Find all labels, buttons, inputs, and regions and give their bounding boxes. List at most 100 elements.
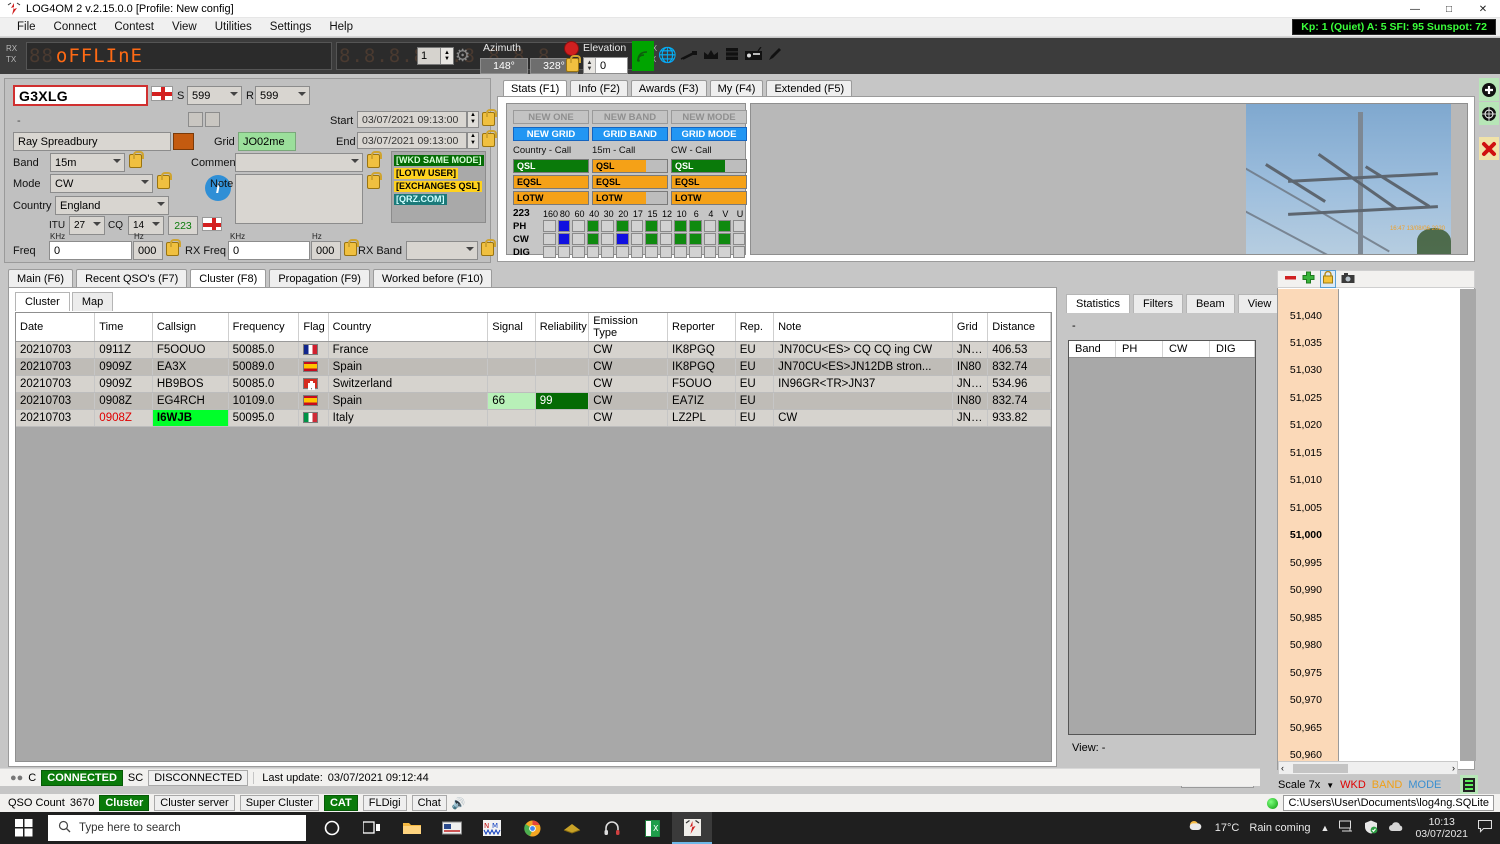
matrix-cell[interactable] [674,233,687,245]
close-red-icon[interactable] [1479,137,1499,160]
matrix-cell[interactable] [586,220,600,232]
mail-icon[interactable] [552,812,592,844]
grid-mode-button[interactable]: GRID MODE [671,127,747,141]
col-emission-type[interactable]: Emission Type [588,313,669,342]
menu-connect[interactable]: Connect [45,19,106,35]
taskbar-clock[interactable]: 10:13 03/07/2021 [1415,816,1468,840]
stop-icon[interactable] [564,41,579,56]
radio-number-arrows[interactable]: ▲ ▼ [440,48,453,64]
tab-stats-f1[interactable]: Stats (F1) [503,80,568,97]
table-row[interactable]: 20210703 0911Z F5OOUO 50085.0 France CW … [16,341,1051,359]
globe-icon[interactable]: 🌐 [658,48,677,63]
matrix-cell[interactable] [732,233,746,245]
headset-icon[interactable] [592,812,632,844]
band-select[interactable]: 15m [50,153,125,172]
excel-icon[interactable]: X [632,812,672,844]
matrix-cell[interactable] [615,246,629,258]
qsl-flag-box-2[interactable] [205,112,220,127]
matrix-cell[interactable] [659,233,673,245]
security-icon[interactable] [1364,820,1378,837]
matrix-cell[interactable] [703,233,717,245]
col-date[interactable]: Date [16,313,96,342]
end-datetime[interactable]: 03/07/2021 09:13:00 [357,132,467,149]
minus-icon[interactable] [1284,271,1297,287]
status-button-chat[interactable]: Chat [411,795,447,811]
status-button-cluster[interactable]: Cluster [99,795,150,811]
file-explorer-icon[interactable] [392,812,432,844]
matrix-cell[interactable] [718,233,731,245]
rxband-select[interactable] [406,241,478,260]
itu-select[interactable]: 27 [69,216,105,235]
matrix-cell[interactable] [601,220,614,232]
band-lock-icon[interactable] [129,151,144,168]
stats-col-ph[interactable]: PH [1116,341,1163,357]
menu-settings[interactable]: Settings [261,19,321,35]
note-input[interactable] [235,174,363,224]
maximize-button[interactable]: □ [1432,0,1466,18]
matrix-cell[interactable] [645,220,658,232]
col-rep[interactable]: Rep. [735,313,775,342]
freq-khz-input[interactable]: 0 [49,241,132,260]
matrix-cell[interactable] [718,246,731,258]
stats-col-dig[interactable]: DIG [1210,341,1255,357]
matrix-cell[interactable] [557,246,571,258]
db-path-text[interactable]: C:\Users\User\Documents\log4ng.SQLite [1283,795,1494,811]
menu-view[interactable]: View [163,19,206,35]
side-tab-statistics[interactable]: Statistics [1066,294,1131,313]
new-band-button[interactable]: NEW BAND [592,110,668,124]
callsign-input[interactable]: G3XLG [13,85,148,106]
onedrive-icon[interactable] [1388,821,1405,836]
tab-recent-qsos-f7[interactable]: Recent QSO's (F7) [76,269,188,289]
matrix-cell[interactable] [543,220,556,232]
col-callsign[interactable]: Callsign [152,313,229,342]
stats-col-band[interactable]: Band [1069,341,1116,357]
elevation-input[interactable]: ▲ ▼ 0 [583,57,628,74]
matrix-cell[interactable] [615,220,629,232]
matrix-cell[interactable] [645,233,658,245]
new-mode-button[interactable]: NEW MODE [671,110,747,124]
matrix-cell[interactable] [732,220,746,232]
rxband-lock-icon[interactable] [481,239,496,256]
chevron-down-icon[interactable]: ▼ [1326,781,1334,790]
matrix-cell[interactable] [543,233,556,245]
rxfreq-hz-input[interactable]: 000 [311,241,341,260]
tab-my-f4[interactable]: My (F4) [709,80,764,97]
comment-lock-icon[interactable] [367,151,382,168]
matrix-cell[interactable] [688,233,702,245]
matrix-cell[interactable] [630,246,644,258]
notification-icon[interactable] [1477,819,1493,836]
table-row[interactable]: 20210703 0908Z I6WJB 50095.0 Italy CW LZ… [16,409,1051,427]
new-grid-button[interactable]: NEW GRID [513,127,589,141]
status-button-cluster-server[interactable]: Cluster server [154,795,235,811]
matrix-cell[interactable] [674,220,687,232]
freq-hz-input[interactable]: 000 [133,241,163,260]
chevron-up-icon[interactable]: ▲ [1321,823,1330,833]
palette-icon[interactable] [173,133,194,150]
menu-contest[interactable]: Contest [105,19,163,35]
search-input[interactable]: Type here to search [48,815,306,841]
name-input[interactable]: Ray Spreadbury [13,132,171,151]
col-reliability[interactable]: Reliability [535,313,590,342]
crown-icon[interactable] [702,47,720,64]
matrix-cell[interactable] [703,220,717,232]
speaker-icon[interactable]: 🔊 [452,797,466,810]
bandmap-spot-area[interactable] [1338,289,1458,761]
col-note[interactable]: Note [773,313,953,342]
end-lock-icon[interactable] [482,130,497,147]
matrix-cell[interactable] [601,246,614,258]
freq-lock-icon[interactable] [166,239,181,256]
tab-cluster-f8[interactable]: Cluster (F8) [190,269,267,289]
plus-icon[interactable] [1302,271,1315,287]
task-view-icon[interactable] [352,812,392,844]
tab-extended-f5[interactable]: Extended (F5) [766,80,853,97]
start-stepper[interactable]: ▲ ▼ [467,111,479,128]
nm-app-icon[interactable]: NM [472,812,512,844]
server-icon[interactable] [725,47,739,64]
col-frequency[interactable]: Frequency [228,313,300,342]
table-row[interactable]: 20210703 0909Z HB9BOS 50085.0 Switzerlan… [16,375,1051,393]
close-button[interactable]: ✕ [1466,0,1500,18]
subtab-map[interactable]: Map [71,292,114,311]
log4om-icon[interactable] [672,812,712,844]
globe-icon[interactable] [1479,102,1499,125]
menu-file[interactable]: File [8,19,45,35]
